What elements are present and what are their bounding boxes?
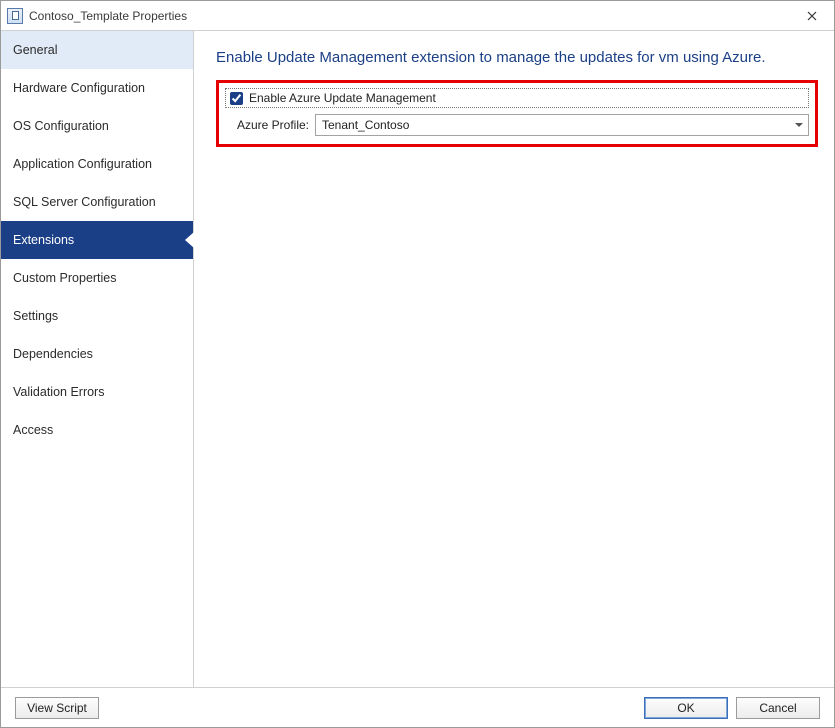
page-heading: Enable Update Management extension to ma… (216, 49, 818, 66)
ok-button[interactable]: OK (644, 697, 728, 719)
button-label: View Script (27, 701, 87, 715)
highlight-box: Enable Azure Update Management Azure Pro… (216, 80, 818, 147)
sidebar-item-label: Validation Errors (13, 385, 104, 399)
button-label: Cancel (759, 701, 796, 715)
chevron-down-icon (795, 123, 803, 127)
window-title: Contoso_Template Properties (29, 9, 187, 23)
sidebar-item-os-configuration[interactable]: OS Configuration (1, 107, 193, 145)
titlebar: Contoso_Template Properties (1, 1, 834, 31)
app-icon (7, 8, 23, 24)
enable-update-management-row: Enable Azure Update Management (225, 88, 809, 108)
sidebar-item-dependencies[interactable]: Dependencies (1, 335, 193, 373)
enable-update-management-label[interactable]: Enable Azure Update Management (249, 91, 436, 105)
sidebar-item-extensions[interactable]: Extensions (1, 221, 193, 259)
sidebar-item-label: Dependencies (13, 347, 93, 361)
sidebar-item-label: OS Configuration (13, 119, 109, 133)
enable-update-management-checkbox[interactable] (230, 92, 243, 105)
cancel-button[interactable]: Cancel (736, 697, 820, 719)
content-panel: Enable Update Management extension to ma… (194, 31, 834, 687)
sidebar-item-label: Application Configuration (13, 157, 152, 171)
footer: View Script OK Cancel (1, 687, 834, 727)
sidebar-item-label: Extensions (13, 233, 74, 247)
sidebar-item-application-configuration[interactable]: Application Configuration (1, 145, 193, 183)
sidebar-item-label: Access (13, 423, 53, 437)
sidebar-item-hardware-configuration[interactable]: Hardware Configuration (1, 69, 193, 107)
sidebar-item-label: SQL Server Configuration (13, 195, 156, 209)
sidebar-item-access[interactable]: Access (1, 411, 193, 449)
azure-profile-dropdown[interactable]: Tenant_Contoso (315, 114, 809, 136)
button-label: OK (677, 701, 694, 715)
sidebar-item-label: Settings (13, 309, 58, 323)
sidebar: General Hardware Configuration OS Config… (1, 31, 194, 687)
sidebar-item-label: Hardware Configuration (13, 81, 145, 95)
body-area: General Hardware Configuration OS Config… (1, 31, 834, 687)
close-icon (807, 11, 817, 21)
azure-profile-row: Azure Profile: Tenant_Contoso (225, 114, 809, 136)
sidebar-item-validation-errors[interactable]: Validation Errors (1, 373, 193, 411)
sidebar-item-label: Custom Properties (13, 271, 117, 285)
sidebar-item-general[interactable]: General (1, 31, 193, 69)
sidebar-item-settings[interactable]: Settings (1, 297, 193, 335)
azure-profile-value: Tenant_Contoso (322, 118, 409, 132)
view-script-button[interactable]: View Script (15, 697, 99, 719)
sidebar-item-sql-server-configuration[interactable]: SQL Server Configuration (1, 183, 193, 221)
close-button[interactable] (790, 1, 834, 30)
sidebar-item-label: General (13, 43, 57, 57)
sidebar-item-custom-properties[interactable]: Custom Properties (1, 259, 193, 297)
azure-profile-label: Azure Profile: (225, 118, 315, 132)
properties-window: Contoso_Template Properties General Hard… (0, 0, 835, 728)
